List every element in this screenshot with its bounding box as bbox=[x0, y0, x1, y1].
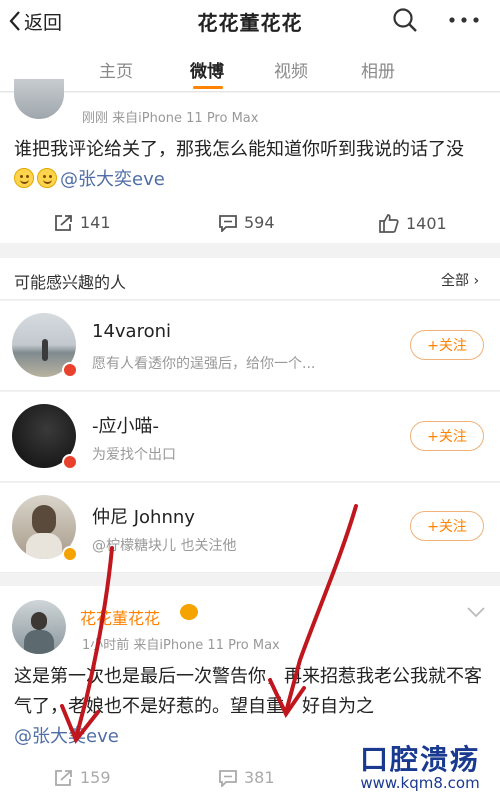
profile-tabs: 主页 微博 视频 相册 bbox=[0, 42, 500, 92]
repost-count: 141 bbox=[80, 213, 111, 232]
repost-icon bbox=[55, 214, 72, 231]
post-text: 谁把我评论给关了，那我怎么能知道你听到我说的话了没 @张大奕eve bbox=[14, 135, 484, 195]
suggestions-header: 可能感兴趣的人 全部 › bbox=[0, 258, 500, 300]
list-item[interactable]: 14varoni 愿有人看透你的逞强后，给你一个... +关注 bbox=[0, 301, 500, 391]
follow-button[interactable]: +关注 bbox=[410, 421, 484, 451]
person-desc: @柠檬糖块儿 也关注他 bbox=[92, 538, 237, 554]
repost-count: 159 bbox=[80, 768, 111, 787]
post-card: 刚刚 来自iPhone 11 Pro Max 谁把我评论给关了，那我怎么能知道你… bbox=[0, 79, 500, 245]
post-meta: 1小时前 来自iPhone 11 Pro Max bbox=[82, 638, 280, 653]
search-icon[interactable] bbox=[391, 6, 419, 34]
person-desc: 愿有人看透你的逞强后，给你一个... bbox=[92, 356, 316, 372]
avatar[interactable] bbox=[14, 79, 64, 119]
comment-count: 381 bbox=[244, 768, 275, 787]
list-item[interactable]: -应小喵- 为爱找个出口 +关注 bbox=[0, 392, 500, 482]
repost-button[interactable]: 141 bbox=[54, 213, 111, 232]
active-tab-indicator bbox=[193, 86, 223, 89]
avatar[interactable] bbox=[12, 600, 66, 654]
post-meta: 刚刚 来自iPhone 11 Pro Max bbox=[82, 111, 259, 126]
view-all-link[interactable]: 全部 › bbox=[441, 270, 479, 290]
tab-home[interactable]: 主页 bbox=[99, 57, 133, 82]
like-count: 1401 bbox=[406, 213, 447, 233]
comment-button[interactable]: 594 bbox=[218, 213, 275, 232]
comment-icon bbox=[219, 769, 237, 787]
top-bar: 返回 花花董花花 bbox=[0, 0, 500, 42]
post-actions: 141 594 1401 bbox=[0, 201, 500, 245]
smile-emoji-icon bbox=[37, 168, 57, 188]
person-name[interactable]: 仲尼 Johnny bbox=[92, 503, 195, 529]
like-button[interactable]: 1401 bbox=[378, 213, 447, 233]
smile-emoji-icon bbox=[14, 168, 34, 188]
tab-album[interactable]: 相册 bbox=[361, 57, 395, 82]
repost-button[interactable]: 159 bbox=[54, 768, 111, 787]
comment-count: 594 bbox=[244, 213, 275, 232]
watermark-url: www.kqm8.com bbox=[360, 774, 480, 792]
comment-icon bbox=[219, 214, 237, 232]
follow-button[interactable]: +关注 bbox=[410, 511, 484, 541]
tab-video[interactable]: 视频 bbox=[274, 57, 308, 82]
tab-weibo[interactable]: 微博 bbox=[190, 57, 224, 82]
post-author-name[interactable]: 花花董花花 bbox=[80, 605, 160, 629]
verified-badge-icon bbox=[62, 454, 78, 470]
person-name[interactable]: 14varoni bbox=[92, 321, 171, 342]
member-crown-icon bbox=[180, 604, 198, 620]
verified-badge-icon bbox=[62, 546, 78, 562]
chevron-down-icon[interactable] bbox=[466, 606, 486, 618]
watermark: 口腔溃疡 www.kqm8.com bbox=[340, 738, 500, 792]
watermark-title: 口腔溃疡 bbox=[359, 743, 480, 776]
post-body: 这是第一次也是最后一次警告你，再来招惹我老公我就不客气了，老娘也不是好惹的。望自… bbox=[14, 666, 482, 717]
page-title: 花花董花花 bbox=[197, 11, 303, 35]
verified-badge-icon bbox=[62, 362, 78, 378]
post-body: 谁把我评论给关了，那我怎么能知道你听到我说的话了没 bbox=[14, 139, 464, 160]
person-desc: 为爱找个出口 bbox=[92, 447, 176, 463]
comment-button[interactable]: 381 bbox=[218, 768, 275, 787]
mention-link[interactable]: @张大奕eve bbox=[14, 726, 119, 747]
more-icon[interactable] bbox=[447, 6, 481, 34]
list-item[interactable]: 仲尼 Johnny @柠檬糖块儿 也关注他 +关注 bbox=[0, 483, 500, 573]
person-name[interactable]: -应小喵- bbox=[92, 412, 159, 438]
follow-button[interactable]: +关注 bbox=[410, 330, 484, 360]
repost-icon bbox=[55, 769, 72, 786]
thumbs-up-icon bbox=[379, 214, 399, 233]
suggestions-title: 可能感兴趣的人 bbox=[14, 273, 127, 292]
mention-link[interactable]: @张大奕eve bbox=[60, 169, 165, 190]
